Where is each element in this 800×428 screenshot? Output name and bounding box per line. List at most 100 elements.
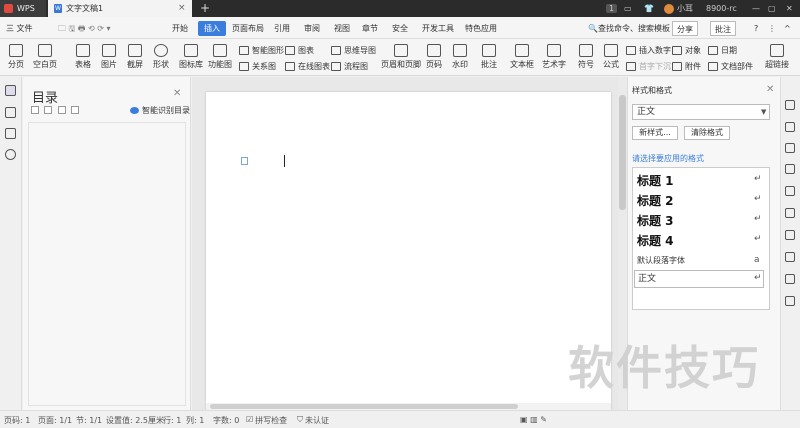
online-chart-button[interactable]: 在线图表: [285, 61, 330, 72]
toc-close-icon[interactable]: ✕: [173, 88, 181, 99]
insert-number-button[interactable]: 插入数字: [626, 45, 671, 56]
view-mode-icons[interactable]: ▣ ▥ ✎: [520, 415, 547, 424]
tab-section[interactable]: 章节: [362, 21, 378, 36]
style-default-font[interactable]: 默认段落字体: [637, 255, 685, 266]
tab-review[interactable]: 审阅: [304, 21, 320, 36]
user-area[interactable]: 小耳: [664, 0, 693, 17]
relation-chart-button[interactable]: 关系图: [239, 61, 276, 72]
share-button[interactable]: 分享: [672, 21, 698, 36]
wps-home-tab[interactable]: WPS: [0, 0, 46, 17]
horizontal-scroll-thumb[interactable]: [210, 404, 518, 409]
art-text-button[interactable]: 艺术字: [540, 44, 568, 70]
tab-insert[interactable]: 插入: [198, 21, 226, 36]
paragraph-marker-icon[interactable]: [241, 157, 248, 165]
document-page[interactable]: [206, 92, 611, 410]
document-tab[interactable]: W 文字文稿1: [48, 0, 192, 17]
object-button[interactable]: 对象: [672, 45, 701, 56]
new-style-button[interactable]: 新样式...: [632, 126, 678, 140]
tab-special[interactable]: 特色应用: [465, 21, 497, 36]
icon-library-button[interactable]: 图标库: [178, 44, 204, 70]
formula-button[interactable]: 公式: [600, 44, 622, 70]
certification-status[interactable]: ⛉ 未认证: [297, 415, 329, 426]
style-heading-3[interactable]: 标题 3: [637, 212, 674, 229]
textbox-button[interactable]: 文本框: [508, 44, 536, 70]
tab-references[interactable]: 引用: [274, 21, 290, 36]
sliders-icon[interactable]: [785, 208, 795, 218]
badge-count[interactable]: 1: [606, 0, 618, 17]
style-heading-2[interactable]: 标题 2: [637, 192, 674, 209]
table-button[interactable]: 表格: [72, 44, 94, 70]
comment-insert-button[interactable]: 批注: [478, 44, 500, 70]
header-footer-button[interactable]: 页眉和页脚: [380, 44, 422, 70]
smart-shape-icon: [239, 46, 249, 55]
grid-icon[interactable]: [785, 186, 795, 196]
archive-icon[interactable]: [785, 296, 795, 306]
search-command[interactable]: 🔍查找命令、搜索模板: [588, 21, 670, 36]
new-tab-button[interactable]: +: [200, 1, 210, 15]
find-nav-icon[interactable]: [5, 149, 16, 160]
toc-promote-icon[interactable]: [58, 106, 66, 114]
minimize-icon[interactable]: —: [752, 0, 760, 17]
toc-expand-icon[interactable]: [44, 106, 52, 114]
chart-button[interactable]: 图表: [285, 45, 314, 56]
app-name: WPS: [17, 4, 35, 13]
spellcheck-button[interactable]: ☑ 拼写检查: [246, 415, 287, 426]
export-icon[interactable]: [785, 252, 795, 262]
skin-icon[interactable]: 👕: [644, 0, 654, 17]
toc-demote-icon[interactable]: [71, 106, 79, 114]
smart-toc-button[interactable]: 智能识别目录: [130, 105, 190, 116]
toc-nav-icon[interactable]: [5, 85, 16, 96]
tab-developer[interactable]: 开发工具: [422, 21, 454, 36]
more-icon[interactable]: ⋮: [768, 21, 776, 36]
select-icon[interactable]: [785, 122, 795, 132]
clear-format-button[interactable]: 清除格式: [684, 126, 730, 140]
vertical-scroll-thumb[interactable]: [619, 95, 626, 210]
flowchart-button[interactable]: 流程图: [331, 61, 368, 72]
shape-button[interactable]: 形状: [150, 44, 172, 70]
attachment-icon: [672, 62, 682, 71]
edit-icon[interactable]: [785, 100, 795, 110]
quick-access-icons[interactable]: 🗀 🖫 🖶 ⟲ ⟳ ▾: [58, 21, 111, 36]
attachment-button[interactable]: 附件: [672, 61, 701, 72]
maximize-icon[interactable]: ▢: [768, 0, 776, 17]
comment-button[interactable]: 批注: [710, 21, 736, 36]
blank-page-button[interactable]: 空白页: [32, 44, 58, 70]
tab-close-icon[interactable]: ×: [178, 3, 186, 13]
tab-view[interactable]: 视图: [334, 21, 350, 36]
first-letter-button[interactable]: 首字下沉: [626, 61, 671, 72]
tab-home[interactable]: 开始: [172, 21, 188, 36]
bookmark-nav-icon[interactable]: [5, 128, 16, 139]
doc-parts-button[interactable]: 文档部件: [708, 61, 753, 72]
translate-icon[interactable]: [785, 274, 795, 284]
collapse-ribbon-icon[interactable]: ^: [784, 21, 791, 36]
chevron-down-icon[interactable]: ▼: [761, 108, 766, 116]
watermark-button[interactable]: 水印: [449, 44, 471, 70]
status-word-count[interactable]: 字数: 0: [213, 415, 239, 426]
current-style-select[interactable]: 正文: [632, 104, 770, 120]
mindmap-button[interactable]: 思维导图: [331, 45, 376, 56]
date-button[interactable]: 日期: [708, 45, 737, 56]
picture-button[interactable]: 图片: [98, 44, 120, 70]
layout-icon[interactable]: ▭: [624, 0, 632, 17]
hyperlink-button[interactable]: 超链接: [762, 44, 792, 70]
page-break-button[interactable]: 分页: [5, 44, 27, 70]
stamp-icon[interactable]: [785, 164, 795, 174]
shapes-icon[interactable]: [785, 143, 795, 153]
tab-page-layout[interactable]: 页面布局: [232, 21, 264, 36]
pages-nav-icon[interactable]: [5, 107, 16, 118]
styles-panel-close-icon[interactable]: ✕: [766, 84, 774, 95]
style-heading-4[interactable]: 标题 4: [637, 232, 674, 249]
help-icon[interactable]: ?: [754, 21, 758, 36]
style-normal[interactable]: 正文: [634, 270, 764, 288]
style-heading-1[interactable]: 标题 1: [637, 172, 674, 189]
smart-shape-button[interactable]: 智能图形: [239, 45, 284, 56]
function-chart-button[interactable]: 功能图: [207, 44, 233, 70]
symbol-button[interactable]: 符号: [575, 44, 597, 70]
file-menu[interactable]: 三 文件: [6, 21, 33, 36]
copy-icon[interactable]: [785, 230, 795, 240]
tab-security[interactable]: 安全: [392, 21, 408, 36]
screenshot-button[interactable]: 截屏: [124, 44, 146, 70]
page-number-button[interactable]: 页码: [423, 44, 445, 70]
close-icon[interactable]: ✕: [786, 0, 793, 17]
toc-collapse-icon[interactable]: [31, 106, 39, 114]
